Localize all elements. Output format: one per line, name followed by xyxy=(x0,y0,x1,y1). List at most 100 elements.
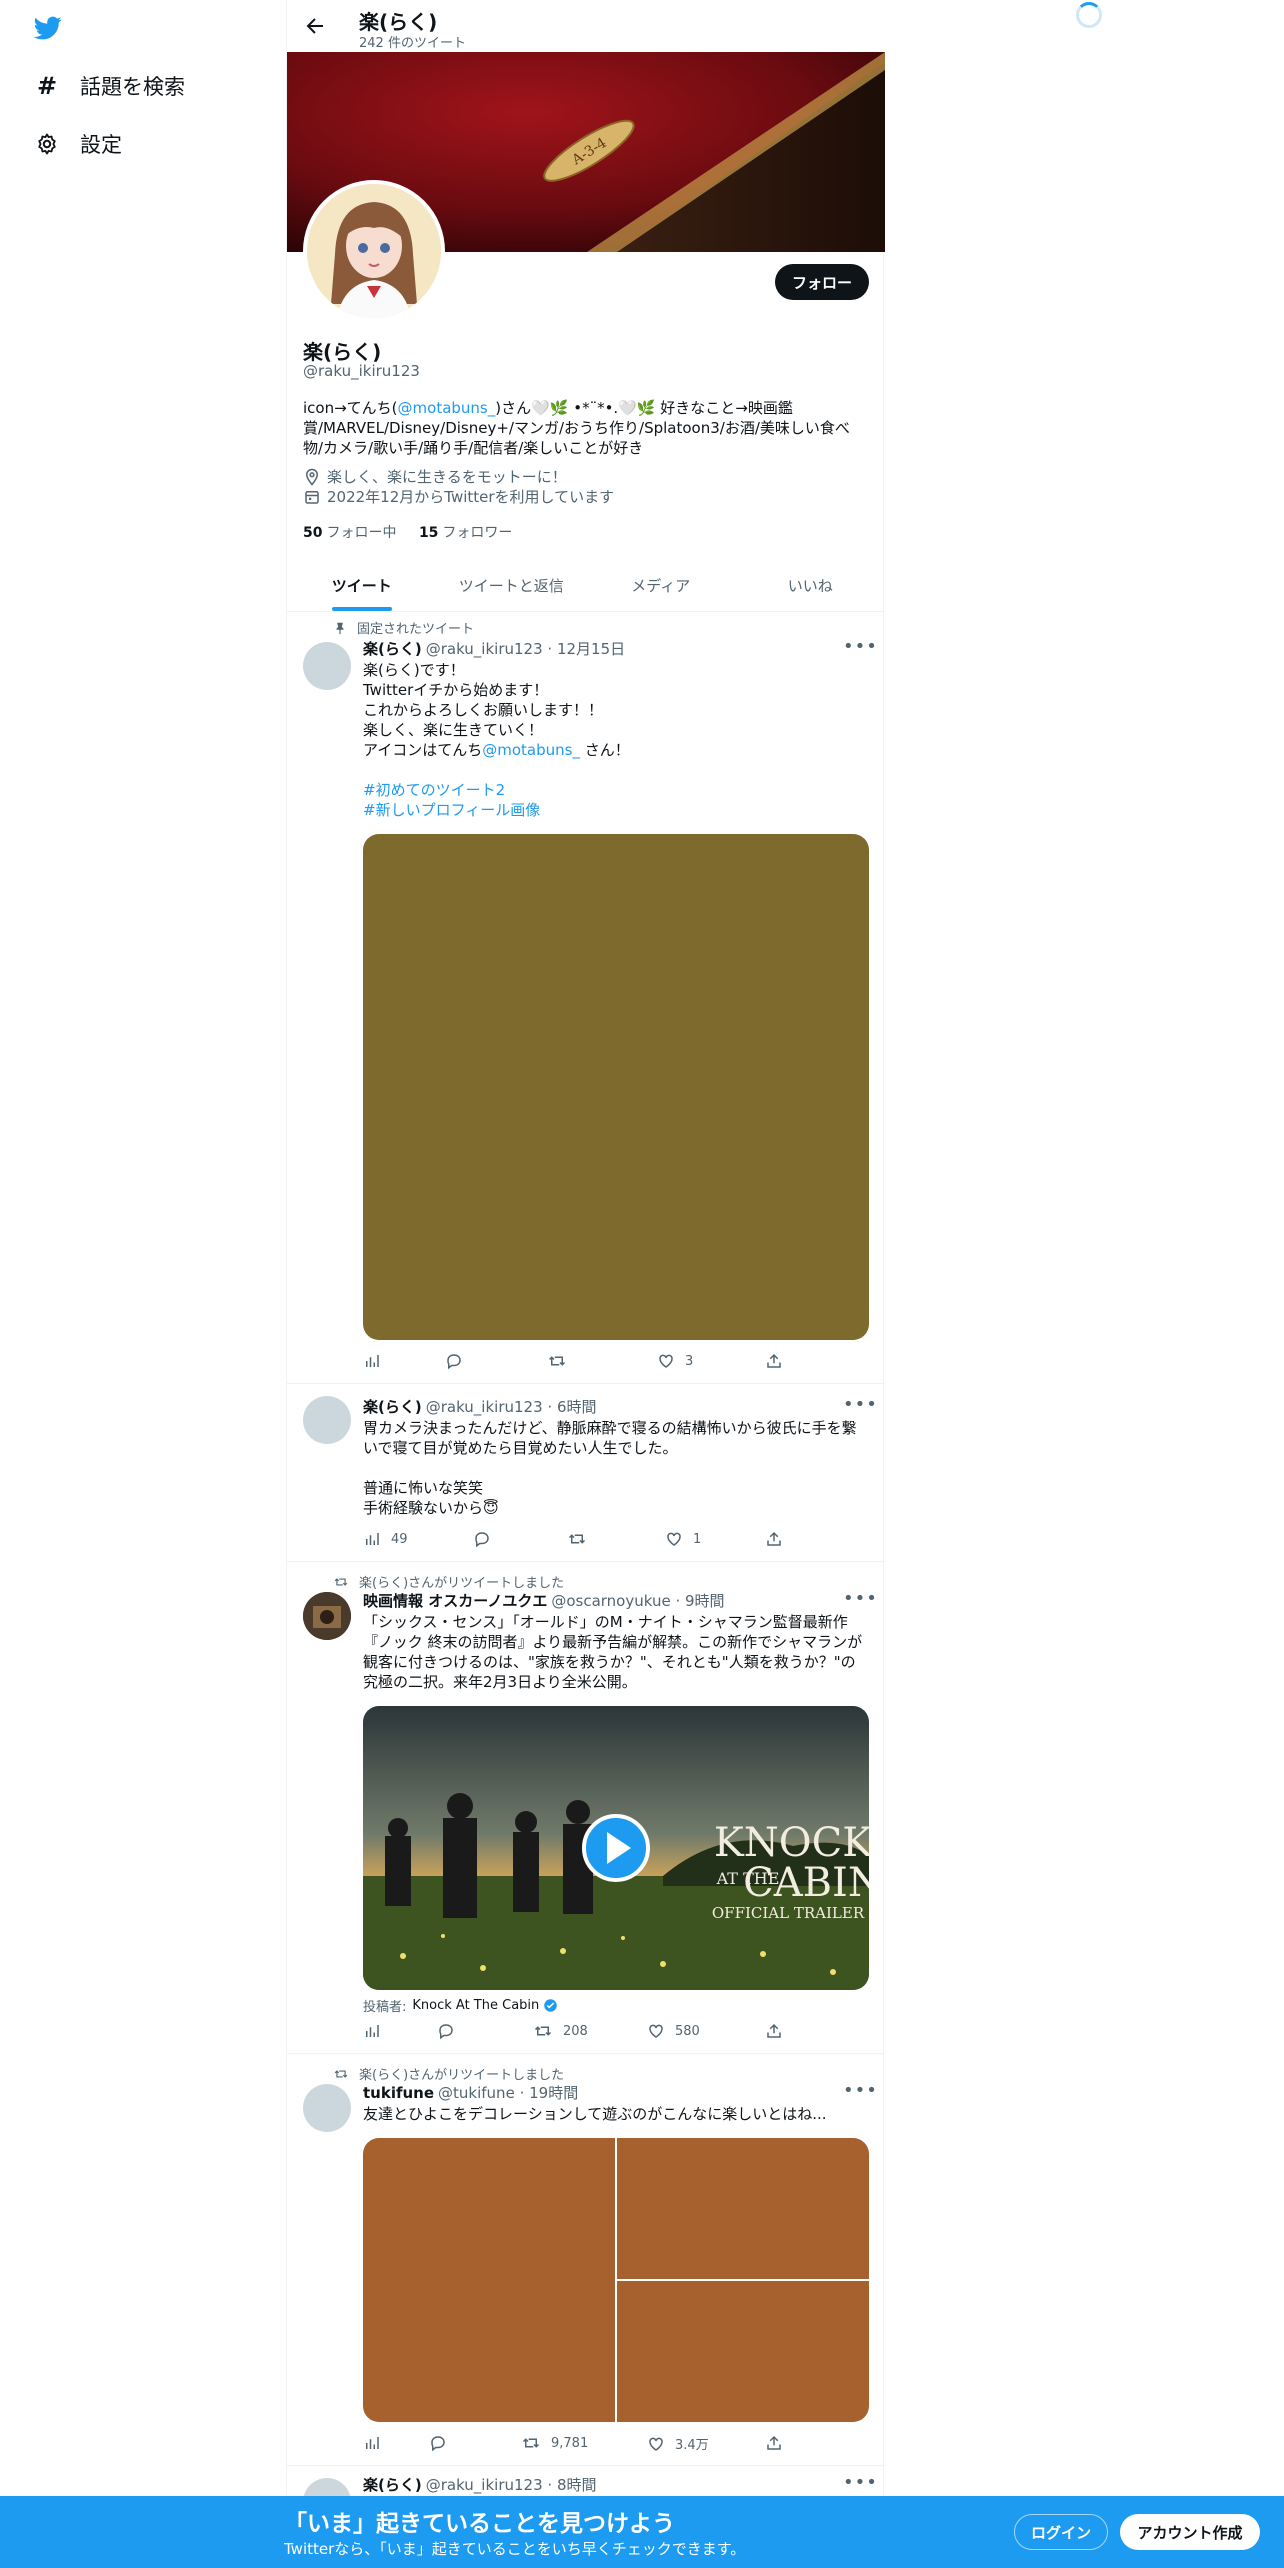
retweet-button[interactable]: 208 xyxy=(533,2022,588,2040)
profile-avatar[interactable] xyxy=(303,180,445,322)
retweet-button[interactable]: 9,781 xyxy=(521,2434,588,2452)
retweet-button[interactable] xyxy=(567,1530,597,1548)
like-button[interactable]: 1 xyxy=(665,1530,701,1548)
tweet-image[interactable] xyxy=(363,2138,615,2422)
like-button[interactable]: 580 xyxy=(647,2022,700,2040)
tweet[interactable]: 楽(らく) @raku_ikiru123 · 6時間 ••• 胃カメラ決まったん… xyxy=(287,1384,885,1562)
more-icon[interactable]: ••• xyxy=(843,2080,878,2101)
followers-count: 15 xyxy=(418,525,439,541)
posted-by-name[interactable]: Knock At The Cabin xyxy=(412,1998,539,2013)
views-button[interactable] xyxy=(363,2022,391,2040)
author-name[interactable]: 楽(らく) xyxy=(363,2474,422,2495)
avatar[interactable] xyxy=(303,642,351,690)
tweet-image-grid xyxy=(363,2138,869,2422)
profile-tabs: ツイート ツイートと返信 メディア いいね xyxy=(287,560,885,612)
profile-header-bar: 楽(らく) 242 件のツイート xyxy=(287,0,885,52)
tweet-header: tukifune @tukifune · 19時間 xyxy=(363,2082,578,2103)
reply-button[interactable] xyxy=(429,2434,457,2452)
profile-column: 楽(らく) 242 件のツイート A-3-4 フォロー 楽(らく) @raku_… xyxy=(286,0,885,2568)
more-icon[interactable]: ••• xyxy=(843,1588,878,1609)
video-attribution: 投稿者: Knock At The Cabin xyxy=(363,1996,558,2015)
author-name[interactable]: tukifune xyxy=(363,2084,434,2102)
following-link[interactable]: 50 フォロー中 xyxy=(303,525,396,541)
reply-button[interactable] xyxy=(445,1352,473,1370)
tweet-image[interactable] xyxy=(617,2138,869,2279)
retweet-icon xyxy=(534,2026,552,2036)
share-icon xyxy=(767,2023,781,2038)
analytics-icon xyxy=(366,2437,379,2449)
avatar[interactable] xyxy=(303,2084,351,2132)
share-button[interactable] xyxy=(765,1352,793,1370)
tweet-pinned[interactable]: 固定されたツイート 楽(らく) @raku_ikiru123 · 12月15日 … xyxy=(287,612,885,1384)
author-name[interactable]: 楽(らく) xyxy=(363,638,422,659)
reply-icon xyxy=(475,1532,489,1548)
hashtag-link[interactable]: #新しいプロフィール画像 xyxy=(363,800,869,820)
tab-likes[interactable]: いいね xyxy=(736,560,886,611)
login-button[interactable]: ログイン xyxy=(1014,2514,1108,2550)
avatar[interactable] xyxy=(303,1396,351,1444)
more-icon[interactable]: ••• xyxy=(843,2472,878,2493)
share-icon xyxy=(767,1353,781,1368)
tweet-video[interactable]: KNOCK AT THE CABIN OFFICIAL TRAILER xyxy=(363,1706,869,1990)
tweet-actions: 208 580 xyxy=(363,2022,783,2042)
more-icon[interactable]: ••• xyxy=(843,1394,878,1415)
avatar[interactable] xyxy=(303,1592,351,1640)
posted-by-label: 投稿者: xyxy=(363,2000,407,2015)
follow-button[interactable]: フォロー xyxy=(775,264,869,300)
nav-explore[interactable]: # 話題を検索 xyxy=(34,66,185,106)
followers-link[interactable]: 15 フォロワー xyxy=(419,525,512,541)
tweet-retweeted[interactable]: 楽(らく)さんがリツイートしました tukifune @tukifune · 1… xyxy=(287,2054,885,2466)
tab-tweets[interactable]: ツイート xyxy=(287,560,437,611)
tab-tweets-and-replies[interactable]: ツイートと返信 xyxy=(437,560,587,611)
share-button[interactable] xyxy=(765,2434,793,2452)
like-button[interactable]: 3 xyxy=(657,1352,693,1370)
tweet-retweeted[interactable]: 楽(らく)さんがリツイートしました 映画情報 オスカーノユクエ @oscarno… xyxy=(287,1562,885,2054)
tab-media[interactable]: メディア xyxy=(586,560,736,611)
retweet-icon xyxy=(334,1577,348,1586)
reply-icon xyxy=(439,2024,453,2040)
signup-banner-title: 「いま」起きていることを見つけよう xyxy=(284,2511,675,2537)
retweet-icon xyxy=(568,1534,586,1544)
heart-icon xyxy=(667,1532,681,1546)
like-button[interactable]: 3.4万 xyxy=(647,2434,709,2453)
more-icon[interactable]: ••• xyxy=(843,636,878,657)
share-button[interactable] xyxy=(765,2022,793,2040)
reply-button[interactable] xyxy=(473,1530,501,1548)
retweet-button[interactable] xyxy=(547,1352,577,1370)
hashtag-link[interactable]: #初めてのツイート2 xyxy=(363,780,869,800)
back-arrow-icon[interactable] xyxy=(303,14,327,38)
hashtag-icon: # xyxy=(36,72,58,100)
share-button[interactable] xyxy=(765,1530,793,1548)
tweet-image[interactable] xyxy=(617,2281,869,2422)
tweet-text-body: さん！ xyxy=(579,741,630,759)
like-count: 3 xyxy=(685,1353,694,1369)
views-button[interactable] xyxy=(363,1352,391,1370)
retweet-context-label: 楽(らく)さんがリツイートしました xyxy=(359,1576,565,1591)
tweet-count: 242 件のツイート xyxy=(359,36,466,51)
views-button[interactable] xyxy=(363,2434,391,2452)
signup-button[interactable]: アカウント作成 xyxy=(1120,2514,1260,2550)
verified-badge-icon xyxy=(544,1999,558,2012)
heart-icon xyxy=(659,1354,673,1368)
author-name[interactable]: 楽(らく) xyxy=(363,1396,422,1417)
author-name[interactable]: 映画情報 オスカーノユクエ xyxy=(363,1590,547,1611)
following-count: 50 xyxy=(303,525,323,541)
nav-settings[interactable]: 設定 xyxy=(34,124,122,164)
reply-button[interactable] xyxy=(437,2022,465,2040)
mention-link[interactable]: @motabuns_ xyxy=(482,741,580,759)
reply-icon xyxy=(447,1354,461,1370)
retweet-icon xyxy=(548,1356,566,1366)
bio-mention-link[interactable]: @motabuns_ xyxy=(398,399,496,417)
followers-label: フォロワー xyxy=(442,525,513,541)
analytics-icon xyxy=(366,1355,379,1367)
tweet-image[interactable] xyxy=(363,834,869,1340)
play-button-icon[interactable] xyxy=(582,1814,650,1882)
page-title: 楽(らく) xyxy=(359,10,438,34)
analytics-icon xyxy=(366,2025,379,2037)
twitter-bird-icon[interactable] xyxy=(32,14,64,42)
tweet-text: 「シックス・センス」「オールド」のM・ナイト・シャマラン監督最新作『ノック 終末… xyxy=(363,1613,863,1691)
tweet-header: 楽(らく) @raku_ikiru123 · 6時間 xyxy=(363,1396,596,1417)
reply-icon xyxy=(431,2436,445,2452)
views-button[interactable]: 49 xyxy=(363,1530,408,1548)
tweet[interactable]: 楽(らく) @raku_ikiru123 · 8時間 ••• xyxy=(287,2466,885,2526)
